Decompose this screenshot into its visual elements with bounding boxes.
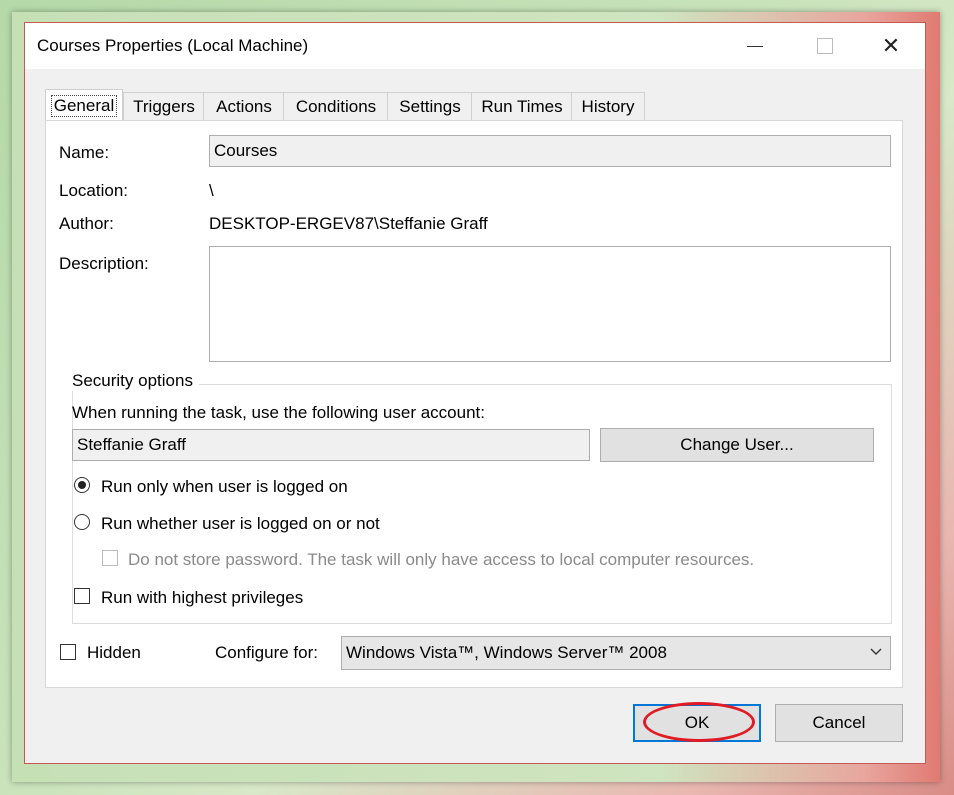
minimize-button[interactable] [725,23,785,69]
run-logged-on-radio[interactable] [74,477,90,493]
tab-run-times-label: Run Times [481,97,563,116]
change-user-button[interactable]: Change User... [600,428,874,462]
no-store-password-checkbox[interactable] [102,550,118,566]
tab-triggers[interactable]: Triggers [123,92,205,121]
security-options-legend: Security options [66,371,199,391]
tab-history-label: History [581,97,635,116]
maximize-button[interactable] [795,23,855,69]
highest-privileges-checkbox[interactable] [74,588,90,604]
name-label: Name: [59,143,110,162]
tab-settings[interactable]: Settings [387,92,473,121]
run-whether-label: Run whether user is logged on or not [101,514,380,533]
ok-button[interactable]: OK [633,702,761,742]
cancel-button-label: Cancel [812,713,866,732]
highest-privileges-label: Run with highest privileges [101,588,304,607]
run-whether-radio[interactable] [74,514,90,530]
highlight-circle [643,702,755,742]
chevron-down-icon [870,648,882,655]
configure-for-value: Windows Vista™, Windows Server™ 2008 [346,643,667,662]
tab-conditions[interactable]: Conditions [283,92,389,121]
hidden-checkbox[interactable] [60,644,76,660]
maximize-icon [817,38,833,54]
title-bar: Courses Properties (Local Machine) ✕ [25,23,925,69]
configure-for-select[interactable]: Windows Vista™, Windows Server™ 2008 [341,636,891,670]
close-icon: ✕ [881,33,901,58]
tab-conditions-label: Conditions [295,97,377,116]
tab-general[interactable]: General [45,89,123,122]
account-prompt: When running the task, use the following… [72,403,485,422]
location-value: \ [209,181,214,200]
tab-run-times[interactable]: Run Times [471,92,573,121]
cancel-button[interactable]: Cancel [775,704,903,742]
general-panel: Name: Courses Location: \ Author: DESKTO… [45,120,903,688]
user-account-field[interactable]: Steffanie Graff [72,429,590,461]
description-label: Description: [59,254,149,273]
tab-settings-label: Settings [399,97,461,116]
minimize-icon [747,45,763,47]
tab-triggers-label: Triggers [133,97,195,116]
tab-actions[interactable]: Actions [203,92,285,121]
tab-history[interactable]: History [571,92,645,121]
tab-general-label: General [50,95,118,117]
configure-for-label: Configure for: [215,643,318,662]
tab-actions-label: Actions [216,97,272,116]
window-title: Courses Properties (Local Machine) [37,36,309,55]
hidden-label: Hidden [87,643,141,662]
name-field[interactable]: Courses [209,135,891,167]
author-label: Author: [59,214,114,233]
run-logged-on-label: Run only when user is logged on [101,477,348,496]
description-field[interactable] [209,246,891,362]
properties-dialog: Courses Properties (Local Machine) ✕ Gen… [24,22,926,764]
close-button[interactable]: ✕ [861,23,921,69]
no-store-password-label: Do not store password. The task will onl… [128,550,755,569]
author-value: DESKTOP-ERGEV87\Steffanie Graff [209,214,488,233]
location-label: Location: [59,181,128,200]
